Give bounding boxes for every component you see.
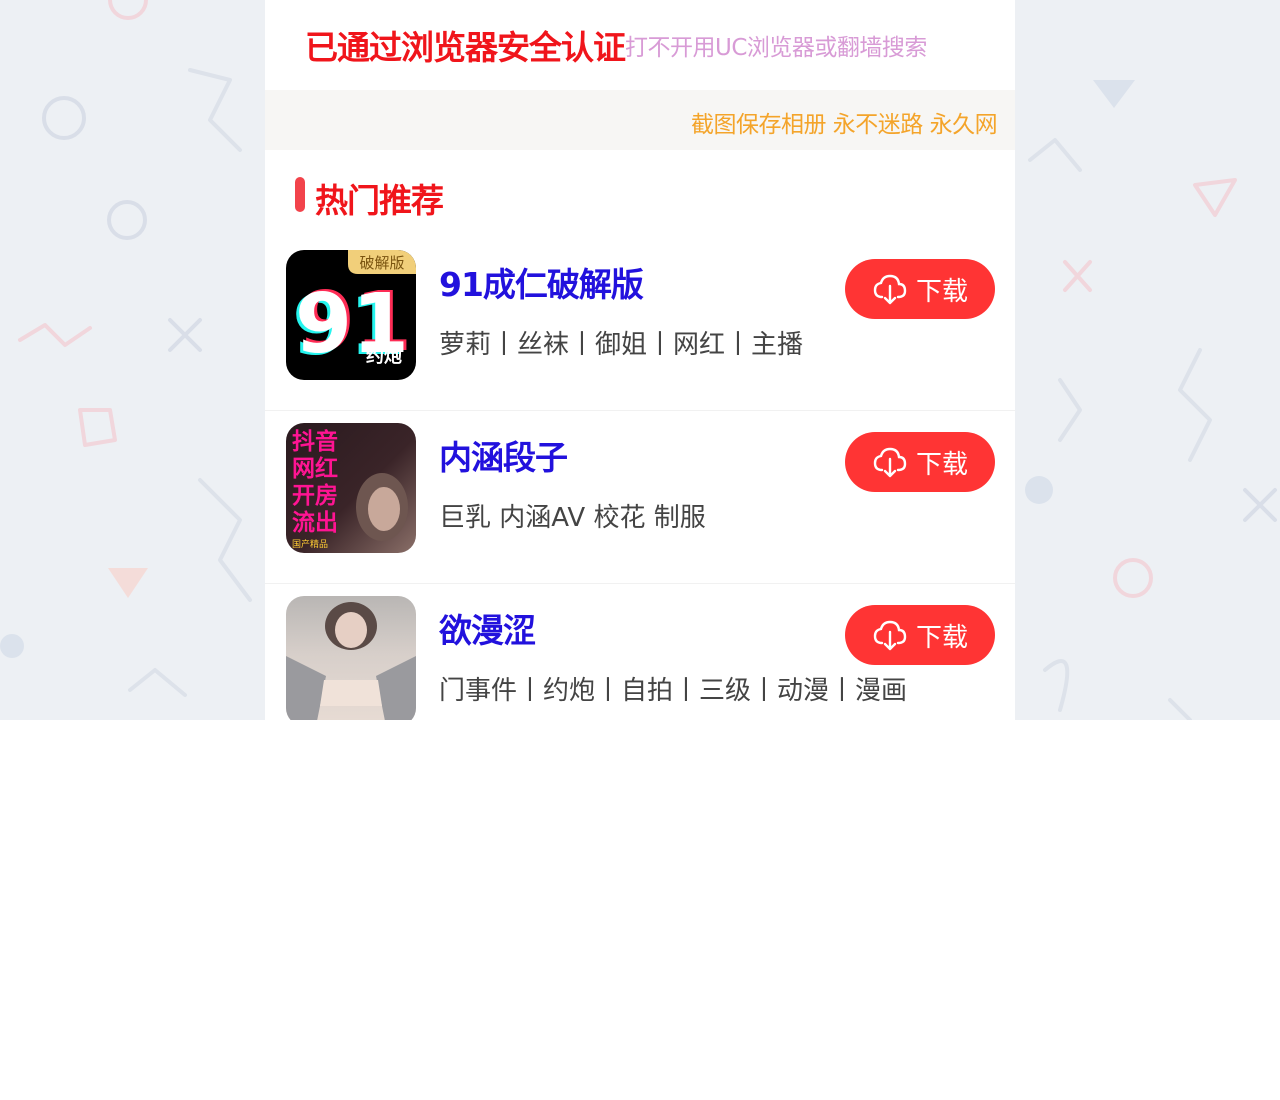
app-icon-91[interactable]: 破解版 91 91 91 约炮 — [286, 250, 416, 380]
download-button[interactable]: 下载 — [845, 259, 995, 319]
download-label: 下载 — [915, 622, 968, 653]
cloud-download-icon — [873, 274, 907, 305]
app-list-item[interactable]: 抖音 网红 开房 流出 国产精品 内涵段子 巨乳 内涵AV 校花 制服 下载 — [265, 411, 1015, 584]
cloud-download-icon — [873, 620, 907, 651]
app-name[interactable]: 内涵段子 — [439, 431, 568, 479]
icon-badge-text: 破解版 — [359, 254, 404, 272]
icon-caption: 约炮 — [366, 345, 402, 367]
cloud-download-icon — [873, 447, 907, 478]
app-name[interactable]: 欲漫涩 — [439, 604, 536, 652]
app-icon-91-art: 破解版 91 91 91 约炮 — [292, 250, 416, 374]
app-icon-yumanse-art — [286, 602, 416, 720]
section-header: 热门推荐 — [265, 150, 1015, 238]
app-icon-neihan[interactable]: 抖音 网红 开房 流出 国产精品 — [286, 423, 416, 553]
download-label: 下载 — [915, 276, 968, 307]
download-label: 下载 — [915, 449, 968, 480]
download-button[interactable]: 下载 — [845, 432, 995, 492]
section-title: 热门推荐 — [315, 181, 444, 220]
security-banner: 已通过浏览器安全认证 打不开用UC浏览器或翻墙搜索 — [265, 0, 1015, 90]
banner-sub-text: 打不开用UC浏览器或翻墙搜索 — [625, 35, 927, 61]
section-accent-bar — [295, 177, 305, 212]
icon-line-1: 抖音 — [292, 428, 338, 455]
icon-line-3: 开房 — [292, 482, 338, 509]
landing-page: 已通过浏览器安全认证 打不开用UC浏览器或翻墙搜索 截图保存相册 永不迷路 永久… — [265, 0, 1015, 720]
app-tags: 巨乳 内涵AV 校花 制服 — [439, 503, 706, 533]
notice-text: 截图保存相册 永不迷路 永久网 — [691, 112, 998, 138]
app-list-item[interactable]: 欲漫涩 门事件丨约炮丨自拍丨三级丨动漫丨漫画 下载 — [265, 584, 1015, 720]
download-button[interactable]: 下载 — [845, 605, 995, 665]
app-tags: 门事件丨约炮丨自拍丨三级丨动漫丨漫画 — [439, 676, 908, 706]
app-icon-neihan-art: 抖音 网红 开房 流出 国产精品 — [292, 428, 408, 550]
notice-marquee: 截图保存相册 永不迷路 永久网 — [265, 90, 1015, 150]
icon-line-2: 网红 — [292, 455, 338, 482]
app-tags: 萝莉丨丝袜丨御姐丨网红丨主播 — [439, 330, 804, 360]
app-icon-yumanse[interactable] — [286, 596, 416, 720]
icon-caption: 国产精品 — [292, 538, 328, 550]
banner-main-text: 已通过浏览器安全认证 — [305, 28, 626, 67]
app-list-item[interactable]: 破解版 91 91 91 约炮 91成仁破解版 萝莉丨丝袜丨御姐丨网红丨主播 下… — [265, 238, 1015, 411]
app-name[interactable]: 91成仁破解版 — [439, 258, 644, 306]
icon-line-4: 流出 — [292, 509, 338, 536]
